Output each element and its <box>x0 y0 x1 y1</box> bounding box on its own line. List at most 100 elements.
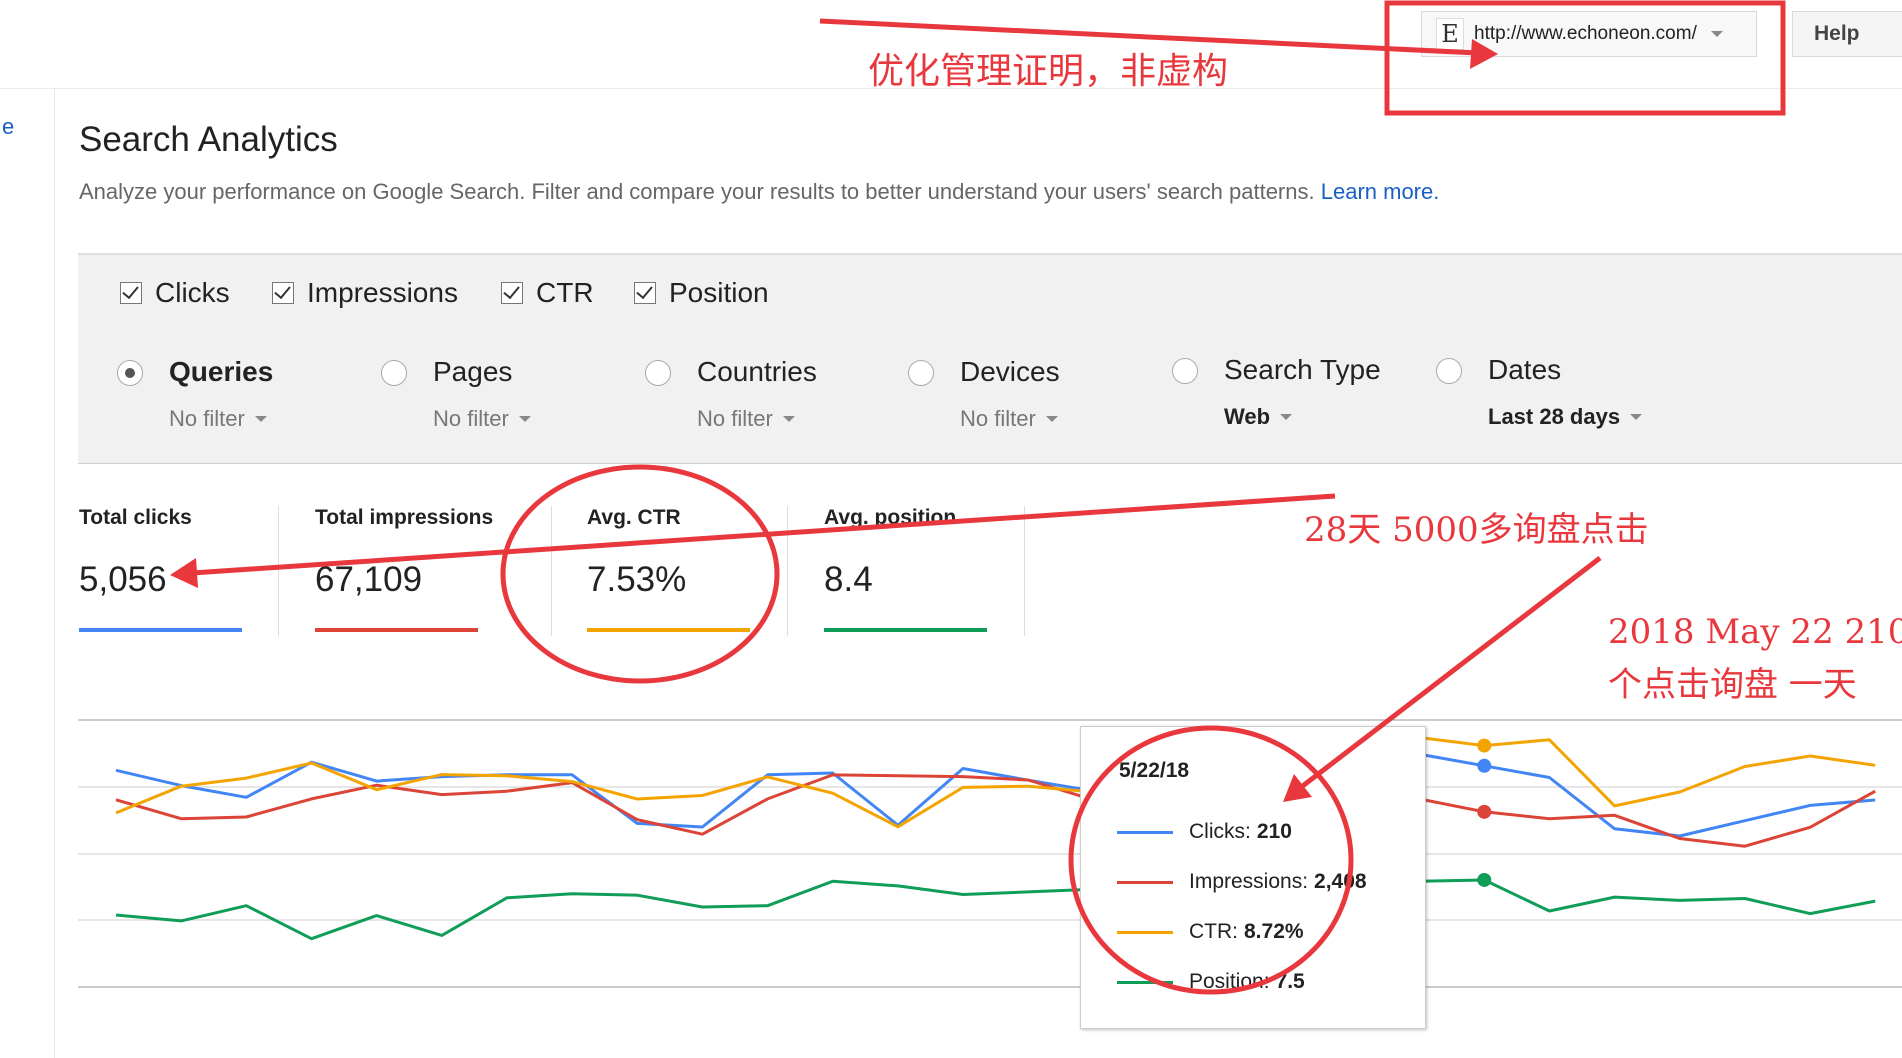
position-checkbox-label: Position <box>669 277 769 308</box>
legend-swatch <box>1117 980 1173 984</box>
dimension-label: Queries <box>169 356 274 387</box>
dimension-label: Search Type <box>1224 354 1381 385</box>
tooltip-row-impressions: Impressions: 2,408 <box>1117 870 1367 894</box>
radio-icon[interactable] <box>381 360 407 386</box>
avg-ctr-card[interactable]: Avg. CTR 7.53% <box>587 506 750 632</box>
tooltip-value: 210 <box>1256 820 1292 843</box>
total-label: Total impressions <box>315 506 494 529</box>
total-clicks-card[interactable]: Total clicks 5,056 <box>79 506 242 632</box>
impressions-checkbox[interactable]: Impressions <box>272 277 458 309</box>
ctr-checkbox[interactable]: CTR <box>501 277 594 309</box>
dimension-label: Pages <box>433 356 513 387</box>
highlight-point-ctr <box>1477 738 1492 753</box>
tooltip-row-clicks: Clicks: 210 <box>1117 820 1292 844</box>
tooltip-row-position: Position: 7.5 <box>1117 970 1305 994</box>
legend-swatch <box>1117 930 1173 934</box>
help-button[interactable]: Help <box>1792 11 1902 57</box>
tooltip-value: 8.72% <box>1244 920 1304 943</box>
filter-value: No filter <box>433 406 509 431</box>
dimension-label: Devices <box>960 356 1060 387</box>
highlight-point-clicks <box>1477 758 1492 773</box>
tooltip-value: 2,408 <box>1314 870 1367 893</box>
pages-filter-dropdown[interactable]: No filter <box>433 406 531 432</box>
dimension-label: Dates <box>1488 354 1562 385</box>
page-description-text: Analyze your performance on Google Searc… <box>79 179 1315 204</box>
chevron-down-icon <box>518 416 531 422</box>
series-color-line <box>824 628 987 632</box>
total-impressions-card[interactable]: Total impressions 67,109 <box>315 506 494 632</box>
chevron-down-icon <box>782 416 795 422</box>
countries-filter-dropdown[interactable]: No filter <box>697 406 795 432</box>
dates-dropdown[interactable]: Last 28 days <box>1488 404 1643 430</box>
chevron-down-icon <box>1280 414 1293 420</box>
chevron-down-icon <box>1045 416 1058 422</box>
series-color-line <box>315 628 478 632</box>
metric-checkbox-bar: Clicks Impressions CTR Position <box>78 253 1902 328</box>
avg-position-card[interactable]: Avg. position 8.4 <box>824 506 987 632</box>
filter-value: No filter <box>960 406 1036 431</box>
queries-filter-dropdown[interactable]: No filter <box>169 406 267 432</box>
filter-value: Web <box>1224 404 1271 429</box>
annotation-day-note-1: 2018 May 22 210 <box>1608 612 1902 652</box>
tooltip-label: Position: <box>1189 970 1270 993</box>
divider <box>278 506 279 636</box>
series-line-clicks <box>115 748 1876 838</box>
radio-icon[interactable] <box>908 360 934 386</box>
series-color-line <box>587 628 750 632</box>
radio-icon[interactable] <box>1172 358 1198 384</box>
annotation-day-note-2: 个点击询盘 一天 <box>1608 665 1857 705</box>
chart-tooltip: 5/22/18 Clicks: 210 Impressions: 2,408 CTR… <box>1080 726 1426 1029</box>
series-line-position <box>115 878 1876 941</box>
impressions-checkbox-label: Impressions <box>307 277 458 308</box>
checkbox-icon <box>501 282 523 304</box>
radio-selected-icon[interactable] <box>117 360 143 386</box>
annotation-clicks-note: 28天 5000多询盘点击 <box>1304 510 1649 550</box>
sidebar-item-partial[interactable]: e <box>2 114 14 140</box>
highlight-point-impressions <box>1477 804 1492 819</box>
learn-more-link[interactable]: Learn more. <box>1321 179 1440 204</box>
total-value: 67,109 <box>315 560 423 599</box>
total-value: 8.4 <box>824 560 873 599</box>
radio-icon[interactable] <box>645 360 671 386</box>
tooltip-row-ctr: CTR: 8.72% <box>1117 920 1304 944</box>
tooltip-label: Clicks: <box>1189 820 1251 843</box>
tooltip-label: CTR: <box>1189 920 1238 943</box>
series-color-line <box>79 628 242 632</box>
clicks-checkbox-label: Clicks <box>155 277 230 308</box>
position-checkbox[interactable]: Position <box>634 277 769 309</box>
dimension-label: Countries <box>697 356 817 387</box>
filter-value: No filter <box>697 406 773 431</box>
highlight-point-position <box>1477 872 1492 887</box>
search-type-dropdown[interactable]: Web <box>1224 404 1293 430</box>
page-title: Search Analytics <box>79 120 338 159</box>
tooltip-label: Impressions: <box>1189 870 1309 893</box>
filter-value: No filter <box>169 406 245 431</box>
page-description: Analyze your performance on Google Searc… <box>79 179 1439 205</box>
performance-chart[interactable] <box>0 700 1902 1020</box>
total-label: Avg. position <box>824 506 957 529</box>
property-selector[interactable]: E http://www.echoneon.com/ <box>1421 11 1757 57</box>
total-value: 5,056 <box>79 560 167 599</box>
divider <box>551 506 552 636</box>
total-value: 7.53% <box>587 560 687 599</box>
help-label: Help <box>1814 22 1860 45</box>
divider <box>1024 506 1025 636</box>
clicks-checkbox[interactable]: Clicks <box>120 277 230 309</box>
checkbox-icon <box>634 282 656 304</box>
chevron-down-icon <box>1630 414 1643 420</box>
radio-icon[interactable] <box>1436 358 1462 384</box>
checkbox-icon <box>272 282 294 304</box>
devices-filter-dropdown[interactable]: No filter <box>960 406 1058 432</box>
legend-swatch <box>1117 880 1173 884</box>
checkbox-icon <box>120 282 142 304</box>
tooltip-value: 7.5 <box>1275 970 1305 993</box>
legend-swatch <box>1117 830 1173 834</box>
tooltip-date: 5/22/18 <box>1119 759 1190 782</box>
site-favicon-icon: E <box>1436 18 1464 50</box>
total-label: Total clicks <box>79 506 192 529</box>
chevron-down-icon <box>1710 31 1723 37</box>
total-label: Avg. CTR <box>587 506 681 529</box>
ctr-checkbox-label: CTR <box>536 277 594 308</box>
filter-value: Last 28 days <box>1488 404 1621 429</box>
annotation-top-note: 优化管理证明，非虚构 <box>868 51 1229 92</box>
